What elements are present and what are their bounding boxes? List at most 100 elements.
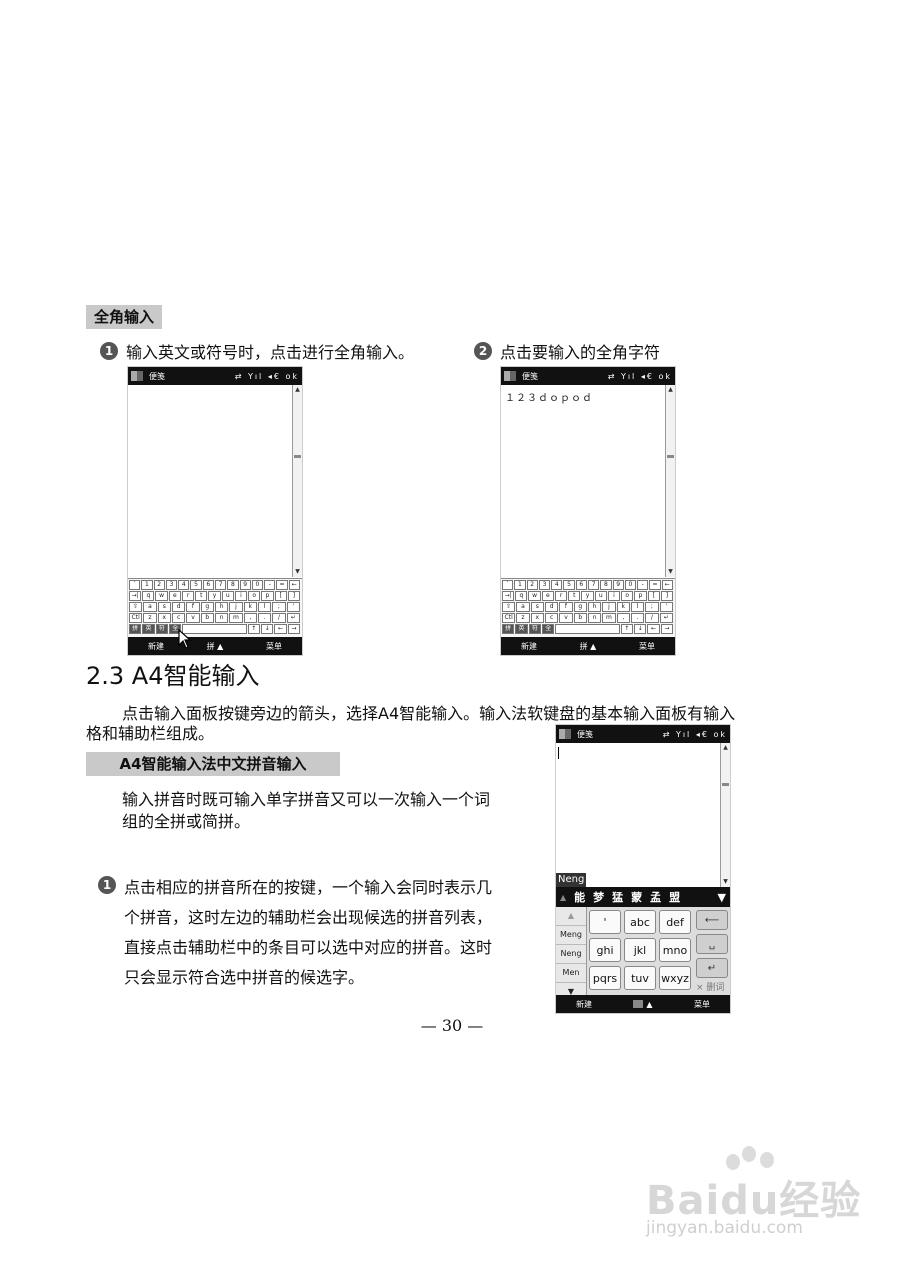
key[interactable]: h bbox=[587, 602, 602, 612]
key[interactable]: z bbox=[516, 613, 530, 623]
scroll-down-icon[interactable]: ▼ bbox=[721, 877, 730, 887]
input-method-button[interactable]: 拼 ▲ bbox=[207, 641, 224, 652]
key[interactable]: ` bbox=[129, 580, 141, 590]
key-apostrophe[interactable]: ' bbox=[589, 910, 621, 934]
key[interactable]: ← bbox=[647, 624, 660, 634]
key[interactable]: - bbox=[264, 580, 276, 590]
key[interactable]: k bbox=[616, 602, 630, 612]
key[interactable]: y bbox=[581, 591, 594, 601]
scroll-up-icon[interactable]: ▲ bbox=[293, 385, 302, 395]
input-method-button[interactable]: ▲ bbox=[633, 1000, 653, 1009]
key[interactable]: ; bbox=[272, 602, 286, 612]
key[interactable]: n bbox=[587, 613, 602, 623]
key[interactable]: g bbox=[200, 602, 214, 612]
key[interactable]: p bbox=[634, 591, 647, 601]
key[interactable]: r bbox=[554, 591, 568, 601]
key[interactable]: 9 bbox=[239, 580, 251, 590]
key[interactable]: 3 bbox=[165, 580, 178, 590]
system-tray[interactable]: ⇄ Yıl ◂€ ok bbox=[663, 730, 727, 739]
key[interactable]: o bbox=[248, 591, 261, 601]
key[interactable]: ↑ bbox=[247, 624, 260, 634]
key[interactable]: , bbox=[243, 613, 257, 623]
key[interactable]: w bbox=[528, 591, 541, 601]
scrollbar[interactable]: ▲ ▼ bbox=[665, 385, 675, 577]
scroll-thumb[interactable] bbox=[667, 455, 674, 458]
key[interactable]: 4 bbox=[551, 580, 563, 590]
candidate[interactable]: 猛 bbox=[612, 889, 623, 905]
helper-item[interactable]: Meng bbox=[556, 926, 586, 945]
key-jkl[interactable]: jkl bbox=[624, 938, 656, 962]
key[interactable]: f bbox=[186, 602, 200, 612]
windows-start-icon[interactable] bbox=[559, 729, 571, 739]
key[interactable]: 5 bbox=[563, 580, 575, 590]
key[interactable]: 符 bbox=[528, 624, 542, 634]
key[interactable]: j bbox=[602, 602, 616, 612]
scroll-down-icon[interactable]: ▼ bbox=[293, 567, 302, 577]
key[interactable]: ← bbox=[288, 580, 300, 590]
key[interactable]: →| bbox=[129, 591, 142, 601]
note-content[interactable] bbox=[128, 385, 292, 577]
key[interactable]: d bbox=[171, 602, 186, 612]
key-pqrs[interactable]: pqrs bbox=[589, 966, 621, 990]
key[interactable]: ` bbox=[502, 580, 514, 590]
key[interactable]: p bbox=[261, 591, 274, 601]
scrollbar[interactable]: ▲ ▼ bbox=[720, 743, 730, 887]
menu-button[interactable]: 菜单 bbox=[266, 641, 282, 652]
key[interactable]: . bbox=[257, 613, 272, 623]
key-def[interactable]: def bbox=[659, 910, 691, 934]
key[interactable]: v bbox=[559, 613, 573, 623]
windows-start-icon[interactable] bbox=[504, 371, 516, 381]
note-content[interactable]: １２３ｄｏｐｏｄ bbox=[501, 385, 665, 577]
key[interactable]: s bbox=[530, 602, 544, 612]
key[interactable]: v bbox=[186, 613, 200, 623]
helper-up-icon[interactable]: ▲ bbox=[556, 907, 586, 926]
key[interactable]: e bbox=[541, 591, 554, 601]
key[interactable]: 8 bbox=[227, 580, 239, 590]
key[interactable]: ; bbox=[645, 602, 659, 612]
key[interactable]: q bbox=[142, 591, 155, 601]
key[interactable]: y bbox=[208, 591, 221, 601]
key[interactable]: 拼 bbox=[129, 624, 142, 634]
space-key[interactable]: ␣ bbox=[696, 934, 728, 954]
key[interactable]: q bbox=[515, 591, 528, 601]
key[interactable]: - bbox=[637, 580, 649, 590]
key[interactable]: j bbox=[229, 602, 243, 612]
key[interactable]: 6 bbox=[575, 580, 587, 590]
helper-item[interactable]: Men bbox=[556, 964, 586, 983]
key[interactable]: ] bbox=[660, 591, 674, 601]
key[interactable]: 9 bbox=[612, 580, 624, 590]
key[interactable]: 2 bbox=[526, 580, 538, 590]
key[interactable]: 8 bbox=[600, 580, 612, 590]
key-ghi[interactable]: ghi bbox=[589, 938, 621, 962]
key[interactable]: m bbox=[229, 613, 243, 623]
key[interactable]: z bbox=[143, 613, 157, 623]
candidate-next-icon[interactable]: ▼ bbox=[718, 891, 726, 904]
key-mno[interactable]: mno bbox=[659, 938, 691, 962]
input-method-button[interactable]: 拼 ▲ bbox=[580, 641, 597, 652]
key[interactable]: n bbox=[214, 613, 229, 623]
system-tray[interactable]: ⇄ Yıl ◂€ ok bbox=[235, 372, 299, 381]
key[interactable]: [ bbox=[274, 591, 287, 601]
key[interactable]: a bbox=[143, 602, 157, 612]
key[interactable]: →| bbox=[502, 591, 515, 601]
candidate[interactable]: 梦 bbox=[593, 889, 604, 905]
key[interactable]: i bbox=[234, 591, 248, 601]
key[interactable]: , bbox=[616, 613, 630, 623]
key[interactable]: → bbox=[660, 624, 674, 634]
key[interactable]: ← bbox=[274, 624, 287, 634]
key[interactable]: 1 bbox=[514, 580, 526, 590]
key[interactable]: 5 bbox=[190, 580, 202, 590]
key[interactable] bbox=[182, 624, 247, 634]
key[interactable]: w bbox=[155, 591, 168, 601]
helper-item[interactable]: Neng bbox=[556, 945, 586, 964]
delete-word-button[interactable]: × 删词 bbox=[696, 980, 724, 993]
key[interactable]: ↵ bbox=[659, 613, 673, 623]
menu-button[interactable]: 菜单 bbox=[639, 641, 655, 652]
candidate[interactable]: 盟 bbox=[669, 889, 680, 905]
backspace-key[interactable]: ⟵ bbox=[696, 910, 728, 930]
key[interactable]: h bbox=[214, 602, 229, 612]
key[interactable]: 0 bbox=[251, 580, 264, 590]
key[interactable]: g bbox=[573, 602, 587, 612]
key[interactable]: 3 bbox=[538, 580, 551, 590]
key-abc[interactable]: abc bbox=[624, 910, 656, 934]
